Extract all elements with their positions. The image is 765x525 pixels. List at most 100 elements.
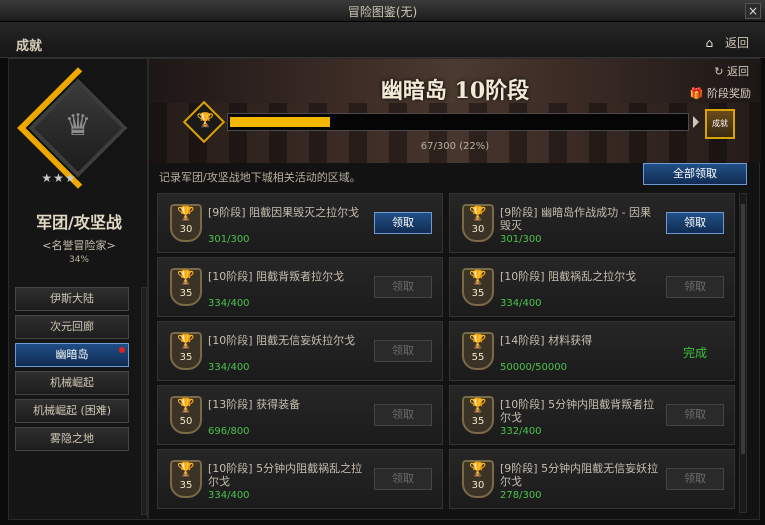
badge-level: 35	[471, 416, 485, 427]
trophy-icon: 🏆	[469, 398, 487, 414]
back-link[interactable]: ⌂ 返回	[706, 34, 749, 51]
claim-button[interactable]: 领取	[666, 212, 724, 234]
badge-level: 35	[471, 288, 485, 299]
scrollbar-thumb[interactable]	[741, 204, 745, 454]
stage-progress-fill	[230, 117, 331, 127]
claim-button[interactable]: 领取	[374, 468, 432, 490]
achievement-card: 🏆 35 [10阶段] 阻截无信妄妖拉尔戈 334/400 领取	[157, 321, 443, 381]
stage-banner: 幽暗岛 10阶段 ↻ 返回 🎁 阶段奖励 🏆 成就 67/300 (22%)	[149, 59, 761, 163]
achievement-name: [10阶段] 阻截祸乱之拉尔戈	[500, 270, 637, 283]
trophy-icon: 🏆	[177, 334, 195, 350]
gift-icon[interactable]: 🎁	[690, 87, 704, 100]
category-emblem: ♛	[17, 67, 139, 189]
trophy-icon: 🏆	[469, 206, 487, 222]
achievement-count: 301/300	[208, 234, 250, 245]
trophy-icon: 🏆	[469, 270, 487, 286]
achievement-name: [10阶段] 阻截无信妄妖拉尔戈	[208, 334, 356, 347]
claim-button[interactable]: 领取	[666, 276, 724, 298]
achievement-card: 🏆 30 [9阶段] 5分钟内阻截无信妄妖拉尔戈 278/300 领取	[449, 449, 735, 509]
achievement-badge: 🏆 50	[170, 396, 202, 434]
nav-item-dark-island[interactable]: 幽暗岛	[15, 343, 129, 367]
category-name: 军团/攻坚战	[36, 213, 122, 232]
return-arrow-icon[interactable]: ↻	[714, 65, 723, 78]
achievement-card: 🏆 35 [10阶段] 阻截祸乱之拉尔戈 334/400 领取	[449, 257, 735, 317]
banner-back-link[interactable]: ↻ 返回	[714, 63, 749, 79]
nav-item-machine-rise[interactable]: 机械崛起	[15, 371, 129, 395]
stage-progress-bar	[227, 113, 689, 131]
achievement-count: 696/800	[208, 426, 250, 437]
stage-reward-label[interactable]: 阶段奖励	[707, 87, 751, 100]
claim-all-button[interactable]: 全部领取	[643, 163, 747, 185]
achievement-card: 🏆 35 [10阶段] 5分钟内阻截背叛者拉尔戈 332/400 领取	[449, 385, 735, 445]
claim-button[interactable]: 领取	[374, 276, 432, 298]
close-button[interactable]: ×	[745, 3, 761, 19]
achievement-name: [9阶段] 阻截因果毁灭之拉尔戈	[208, 206, 360, 219]
achievement-count: 334/400	[208, 490, 250, 501]
achievement-badge: 🏆 30	[462, 204, 494, 242]
claim-button[interactable]: 领取	[666, 468, 724, 490]
nav-scrollbar[interactable]	[141, 287, 147, 515]
nav-item-mist-land[interactable]: 雾隐之地	[15, 427, 129, 451]
badge-level: 30	[471, 480, 485, 491]
badge-level: 35	[179, 480, 193, 491]
demon-crest-icon: ♛	[64, 108, 92, 143]
reward-chest-icon[interactable]: 成就	[705, 109, 735, 139]
window-titlebar: 冒险图鉴(无) ×	[0, 0, 765, 22]
badge-level: 30	[471, 224, 485, 235]
achievement-card: 🏆 50 [13阶段] 获得装备 696/800 领取	[157, 385, 443, 445]
achievement-badge: 🏆 35	[170, 268, 202, 306]
claim-button[interactable]: 领取	[374, 404, 432, 426]
achievement-card: 🏆 30 [9阶段] 阻截因果毁灭之拉尔戈 301/300 领取	[157, 193, 443, 253]
achievement-card: 🏆 35 [10阶段] 阻截背叛者拉尔戈 334/400 领取	[157, 257, 443, 317]
achievement-count: 334/400	[208, 362, 250, 373]
stage-progress-text: 67/300 (22%)	[420, 141, 490, 152]
achievement-name: [10阶段] 阻截背叛者拉尔戈	[208, 270, 345, 283]
trophy-icon: 🏆	[177, 270, 195, 286]
nav-item-machine-rise-hard[interactable]: 机械崛起 (困难)	[15, 399, 129, 423]
nav-item-isis[interactable]: 伊斯大陆	[15, 287, 129, 311]
achievement-count: 334/400	[208, 298, 250, 309]
achievement-badge: 🏆 35	[462, 396, 494, 434]
badge-level: 55	[471, 352, 485, 363]
achievement-name: [9阶段] 幽暗岛作战成功 - 因果毁灭	[500, 206, 652, 232]
section-title: 成就	[16, 39, 43, 54]
banner-background	[149, 103, 761, 163]
achievement-name: [9阶段] 5分钟内阻截无信妄妖拉尔戈	[500, 462, 659, 488]
category-rank: <名誉冒险家>	[42, 239, 116, 252]
achievement-badge: 🏆 35	[170, 460, 202, 498]
nav-item-dimension-corridor[interactable]: 次元回廊	[15, 315, 129, 339]
region-description: 记录军团/攻坚战地下城相关活动的区域。	[159, 171, 361, 184]
badge-level: 35	[179, 288, 193, 299]
claim-button[interactable]: 领取	[374, 340, 432, 362]
achievement-count: 301/300	[500, 234, 542, 245]
nav-item-label: 幽暗岛	[55, 348, 89, 361]
banner-back-label[interactable]: 返回	[727, 65, 749, 78]
category-percent: 34%	[68, 255, 89, 265]
trophy-icon: 🏆	[177, 462, 195, 478]
achievement-count: 334/400	[500, 298, 542, 309]
achievement-badge: 🏆 30	[462, 460, 494, 498]
badge-level: 35	[179, 352, 193, 363]
achievement-card: 🏆 35 [10阶段] 5分钟内阻截祸乱之拉尔戈 334/400 领取	[157, 449, 443, 509]
achievement-badge: 🏆 55	[462, 332, 494, 370]
achievement-badge: 🏆 35	[170, 332, 202, 370]
stage-title: 幽暗岛 10阶段	[380, 78, 530, 104]
progress-arrow-icon	[693, 116, 699, 128]
achievement-name: [10阶段] 5分钟内阻截祸乱之拉尔戈	[208, 462, 363, 488]
stage-reward-link[interactable]: 🎁 阶段奖励	[690, 85, 751, 101]
badge-level: 30	[179, 224, 193, 235]
trophy-icon: 🏆	[177, 398, 195, 414]
rank-stars-icon: ★★★	[41, 171, 77, 185]
claim-button[interactable]: 领取	[666, 404, 724, 426]
badge-level: 50	[179, 416, 193, 427]
category-panel: ♛ ★★★ 军团/攻坚战 <名誉冒险家> 34% 伊斯大陆 次元回廊 幽暗岛 机…	[8, 58, 148, 520]
achievement-badge: 🏆 30	[170, 204, 202, 242]
achievement-badge: 🏆 35	[462, 268, 494, 306]
window-title: 冒险图鉴(无)	[347, 5, 418, 19]
claim-button[interactable]: 领取	[374, 212, 432, 234]
achievement-scrollbar[interactable]	[739, 193, 747, 513]
achievement-complete-label: 完成	[682, 346, 707, 360]
home-icon[interactable]: ⌂	[706, 36, 714, 50]
region-nav: 伊斯大陆 次元回廊 幽暗岛 机械崛起 机械崛起 (困难) 雾隐之地	[15, 287, 147, 515]
back-label[interactable]: 返回	[725, 36, 749, 50]
